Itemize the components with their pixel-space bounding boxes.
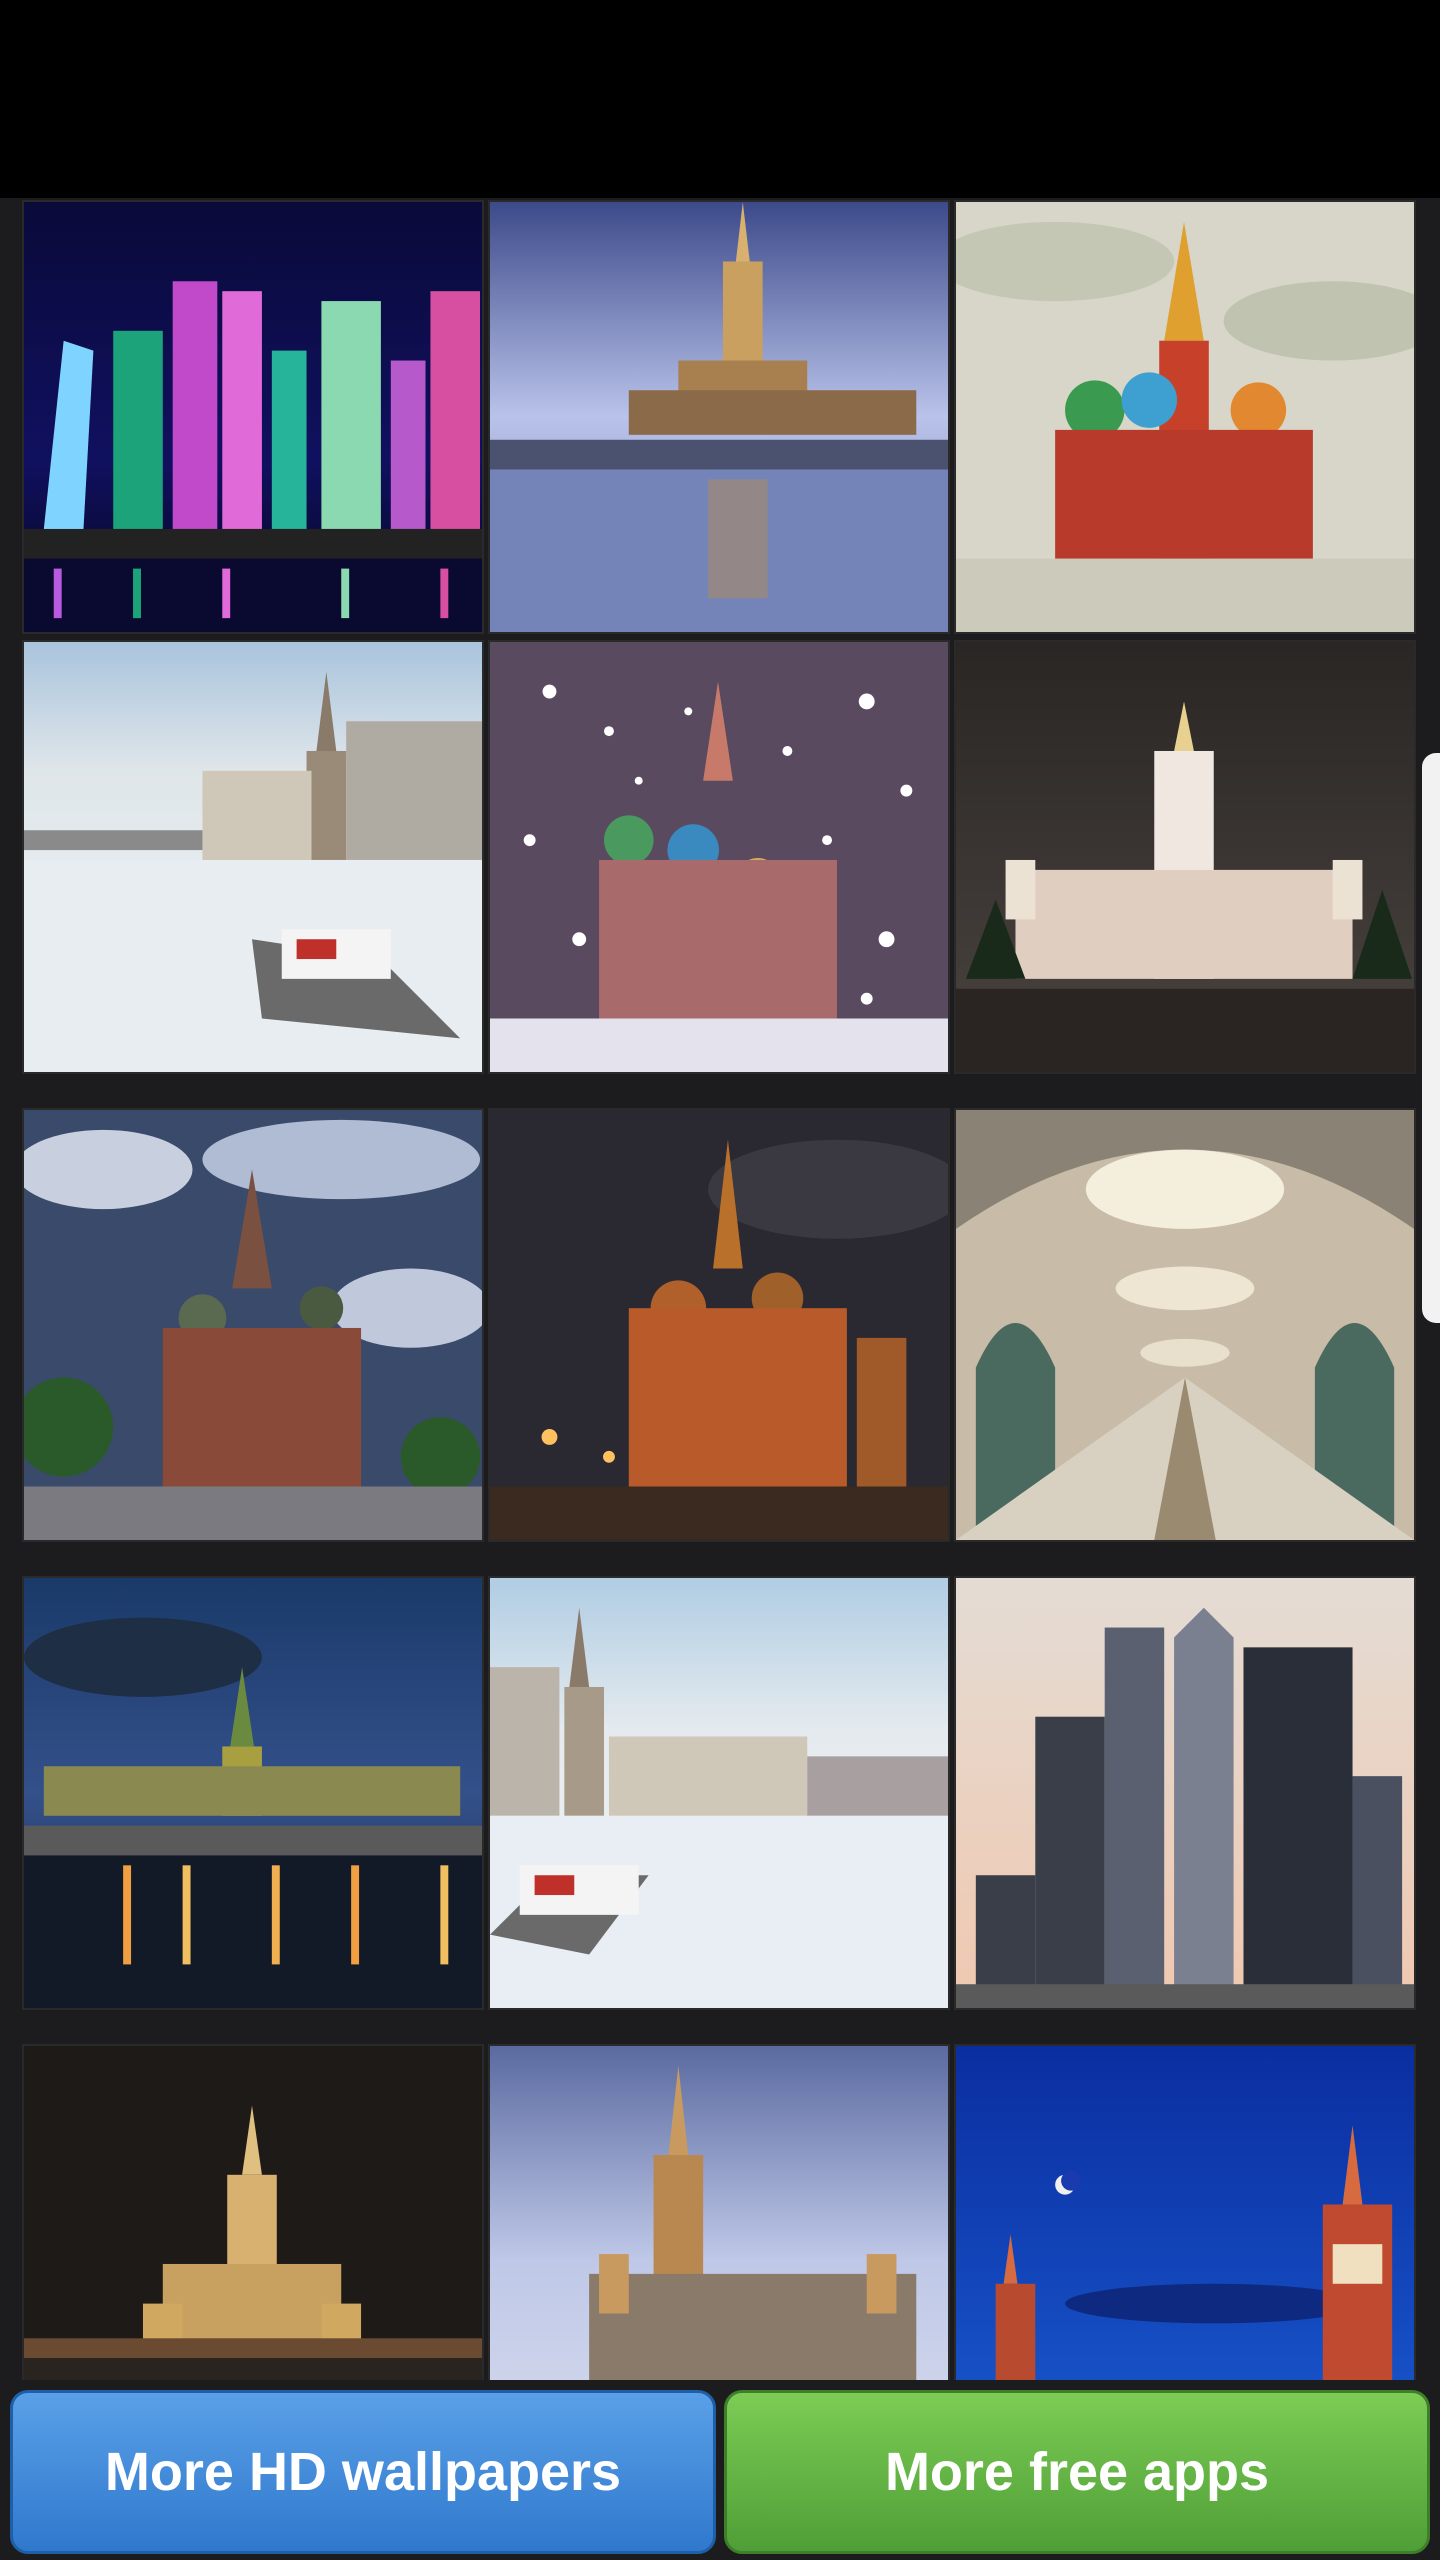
more-free-apps-label: More free apps [884, 2442, 1270, 2502]
scroll-indicator[interactable] [1422, 753, 1440, 1323]
action-bar: More HD wallpapers More free apps [0, 2380, 1440, 2560]
wallpaper-thumbnail-5[interactable] [488, 640, 950, 1074]
wallpaper-thumbnail-7[interactable] [22, 1108, 484, 1542]
wallpaper-thumbnail-2[interactable] [488, 200, 950, 634]
wallpaper-thumbnail-1[interactable] [22, 200, 484, 634]
more-free-apps-button[interactable]: More free apps [724, 2390, 1430, 2554]
wallpaper-thumbnail-12[interactable] [954, 1576, 1416, 2010]
status-bar-area [0, 0, 1440, 198]
wallpaper-thumbnail-11[interactable] [488, 1576, 950, 2010]
wallpaper-thumbnail-6[interactable] [954, 640, 1416, 1074]
more-hd-wallpapers-label: More HD wallpapers [104, 2442, 622, 2502]
wallpaper-thumbnail-14[interactable] [488, 2044, 950, 2380]
more-hd-wallpapers-button[interactable]: More HD wallpapers [10, 2390, 716, 2554]
wallpaper-thumbnail-8[interactable] [488, 1108, 950, 1542]
wallpaper-thumbnail-4[interactable] [22, 640, 484, 1074]
wallpaper-thumbnail-10[interactable] [22, 1576, 484, 2010]
wallpaper-thumbnail-15[interactable] [954, 2044, 1416, 2380]
wallpaper-thumbnail-9[interactable] [954, 1108, 1416, 1542]
wallpaper-grid[interactable] [0, 198, 1440, 2380]
wallpaper-thumbnail-13[interactable] [22, 2044, 484, 2380]
wallpaper-thumbnail-3[interactable] [954, 200, 1416, 634]
